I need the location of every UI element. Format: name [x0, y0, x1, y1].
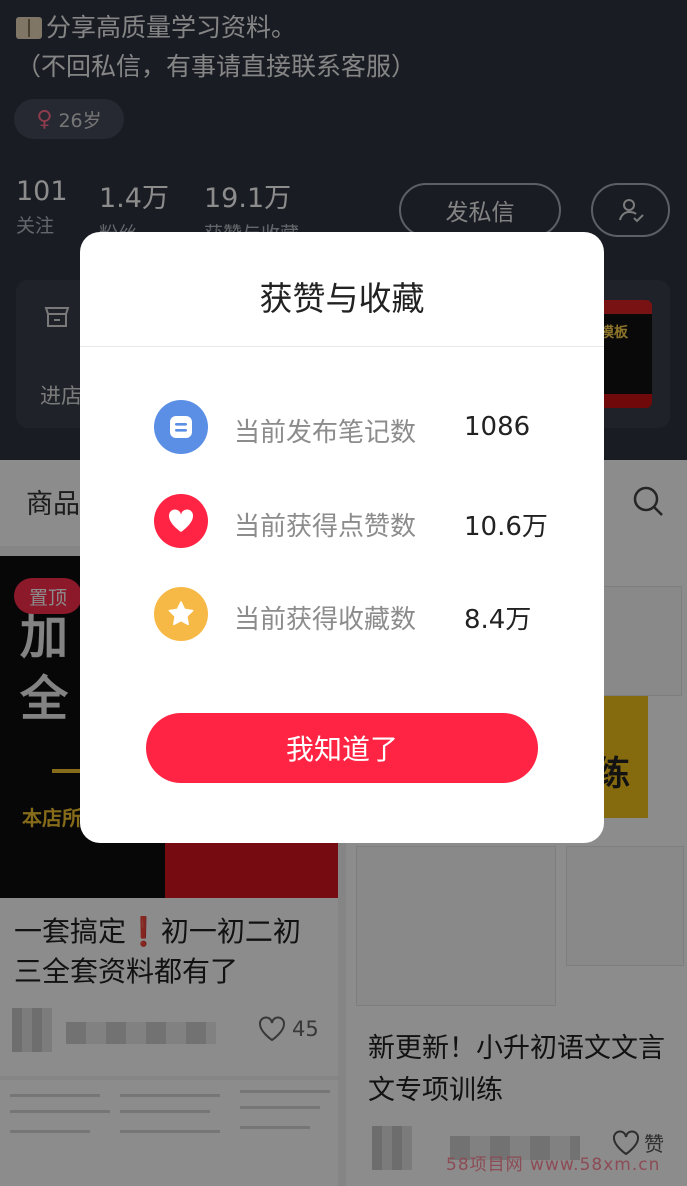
- stat-row-collects: 当前获得收藏数 8.4万: [154, 587, 574, 643]
- star-icon: [154, 587, 208, 641]
- stat-row-likes-value: 10.6万: [464, 512, 548, 542]
- dialog-divider: [80, 346, 604, 347]
- stat-row-collects-label: 当前获得收藏数: [234, 605, 417, 635]
- stat-row-notes: 当前发布笔记数 1086: [154, 400, 574, 456]
- confirm-button[interactable]: 我知道了: [146, 713, 538, 783]
- stat-row-notes-label: 当前发布笔记数: [234, 418, 417, 448]
- stat-row-likes-label: 当前获得点赞数: [234, 512, 417, 542]
- note-icon: [154, 400, 208, 454]
- stat-row-collects-value: 8.4万: [464, 605, 532, 635]
- dialog-title: 获赞与收藏: [259, 279, 425, 318]
- likes-collects-dialog: 获赞与收藏 当前发布笔记数 1086 当前获得点赞数 10.6万 当前获得收藏数: [80, 232, 604, 843]
- heart-icon: [154, 494, 208, 548]
- stat-row-notes-value: 1086: [464, 412, 531, 442]
- stat-row-likes: 当前获得点赞数 10.6万: [154, 494, 574, 550]
